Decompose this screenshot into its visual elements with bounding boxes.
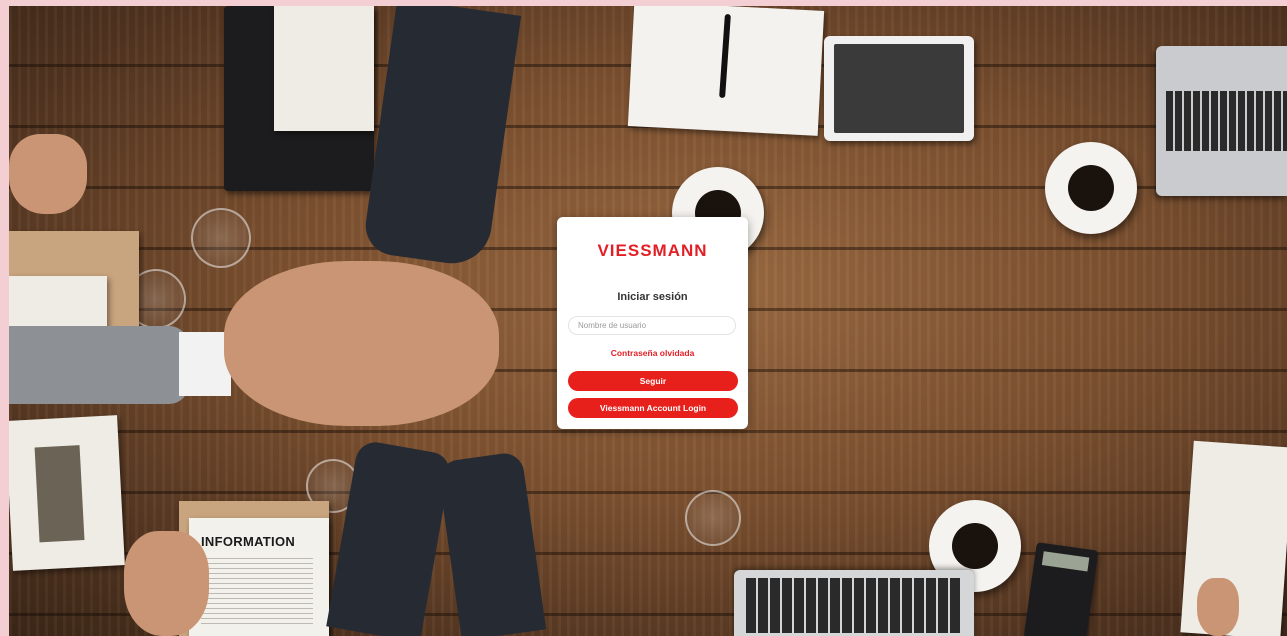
laptop-bottom — [734, 570, 974, 636]
hand-bottom-left — [124, 531, 209, 636]
information-heading: INFORMATION — [201, 534, 296, 549]
arm-left — [9, 326, 189, 404]
viessmann-logo: VIESSMANN — [597, 241, 708, 260]
coffee-cup-icon — [1045, 142, 1137, 234]
laptop-top-right — [1156, 46, 1287, 196]
hand-bottom-right — [1197, 578, 1239, 636]
username-input[interactable] — [568, 316, 736, 335]
water-glass-icon — [685, 490, 741, 546]
magazine — [9, 415, 125, 571]
arm-top — [361, 6, 522, 269]
login-card: VIESSMANN Iniciar sesión Contraseña olvi… — [557, 217, 748, 429]
forgot-password-link[interactable]: Contraseña olvidada — [557, 348, 748, 358]
paper-left — [9, 276, 107, 331]
login-title: Iniciar sesión — [617, 291, 688, 303]
tablet — [824, 36, 974, 141]
hands-stack — [224, 261, 499, 426]
arm-bottom-right — [436, 450, 547, 636]
calculator-icon — [1023, 542, 1099, 636]
continue-button[interactable]: Seguir — [568, 371, 738, 391]
hand-top-left — [9, 134, 87, 214]
information-sheet: INFORMATION — [189, 518, 329, 636]
viessmann-account-login-button[interactable]: Viessmann Account Login — [568, 398, 738, 418]
water-glass-icon — [191, 208, 251, 268]
notebook-paper — [274, 6, 374, 131]
